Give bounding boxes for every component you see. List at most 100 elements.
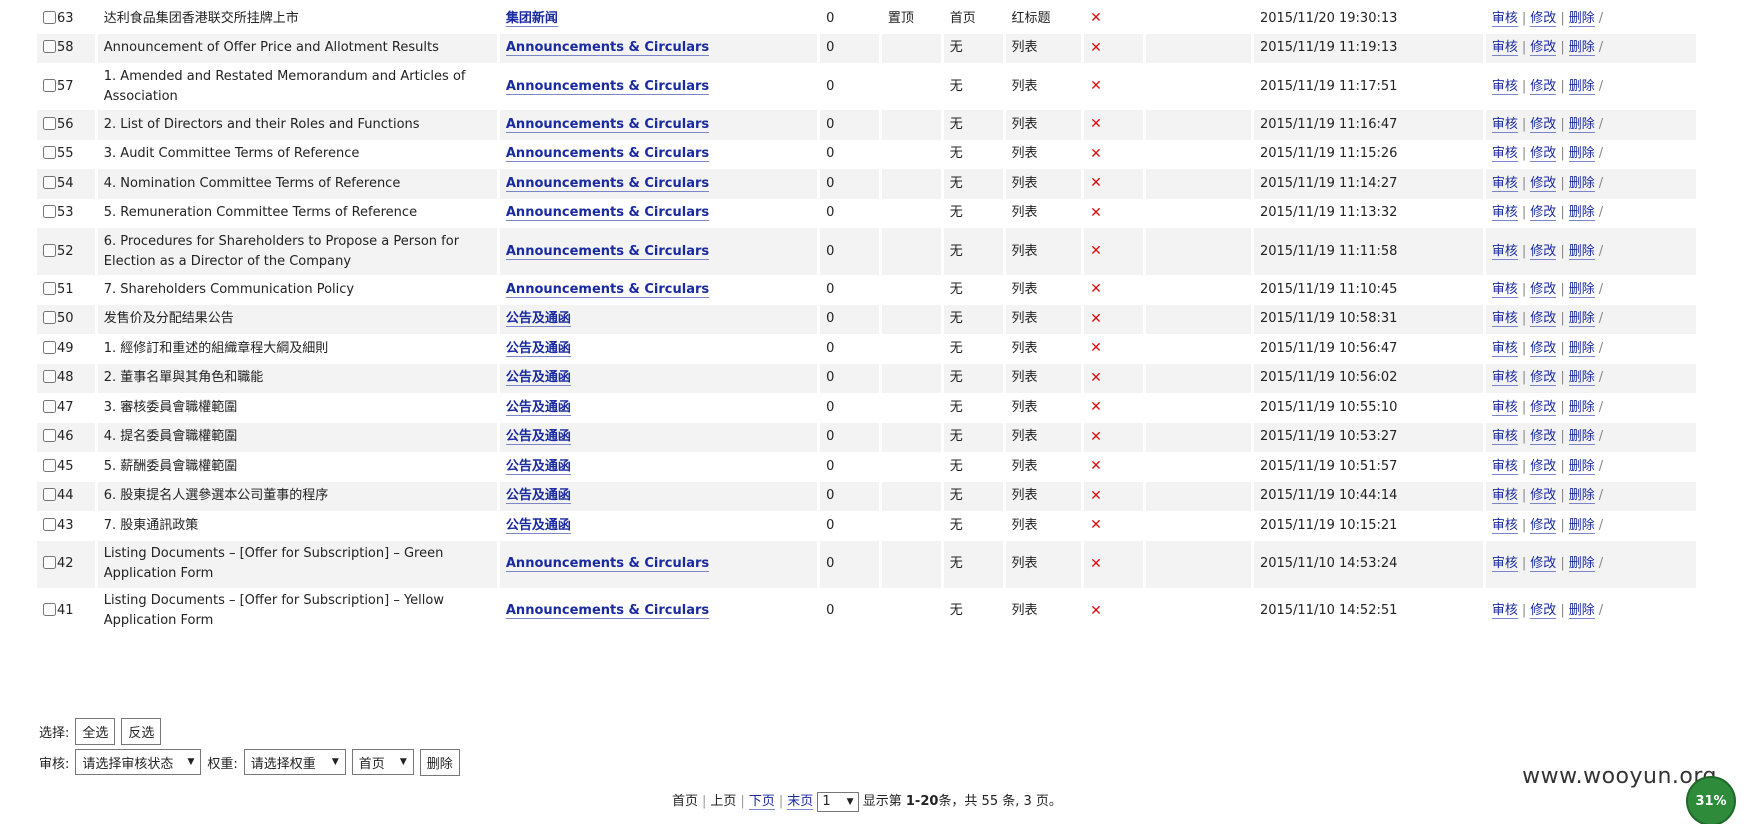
edit-link[interactable]: 修改 (1530, 205, 1557, 222)
edit-link[interactable]: 修改 (1530, 556, 1557, 572)
edit-link[interactable]: 修改 (1530, 458, 1557, 475)
review-link[interactable]: 审核 (1491, 370, 1518, 387)
delete-link[interactable]: 删除 (1568, 517, 1595, 534)
review-link[interactable]: 审核 (1491, 175, 1518, 192)
delete-link[interactable]: 删除 (1568, 311, 1595, 328)
row-checkbox[interactable] (43, 399, 56, 413)
category-link[interactable]: Announcements & Circulars (505, 146, 710, 163)
red-x-icon[interactable]: ✕ (1090, 10, 1102, 26)
red-x-icon[interactable]: ✕ (1090, 556, 1102, 572)
row-checkbox[interactable] (43, 281, 56, 295)
category-link[interactable]: 公告及通函 (505, 488, 571, 505)
review-link[interactable]: 审核 (1491, 311, 1518, 328)
category-link[interactable]: 公告及通函 (505, 399, 571, 416)
delete-link[interactable]: 删除 (1568, 370, 1595, 387)
category-link[interactable]: 公告及通函 (505, 517, 571, 534)
edit-link[interactable]: 修改 (1530, 40, 1557, 57)
row-checkbox[interactable] (43, 429, 56, 443)
review-link[interactable]: 审核 (1491, 205, 1518, 222)
edit-link[interactable]: 修改 (1530, 281, 1557, 298)
invert-selection-button[interactable]: 反选 (121, 717, 162, 745)
delete-link[interactable]: 删除 (1568, 175, 1595, 192)
red-x-icon[interactable]: ✕ (1090, 370, 1102, 386)
category-link[interactable]: Announcements & Circulars (505, 205, 710, 222)
review-link[interactable]: 审核 (1491, 399, 1518, 416)
red-x-icon[interactable]: ✕ (1090, 78, 1102, 94)
review-link[interactable]: 审核 (1491, 78, 1518, 95)
delete-link[interactable]: 删除 (1568, 429, 1595, 446)
edit-link[interactable]: 修改 (1530, 488, 1557, 505)
category-link[interactable]: 集团新闻 (505, 10, 558, 27)
review-link[interactable]: 审核 (1491, 10, 1518, 27)
row-checkbox[interactable] (43, 175, 56, 189)
delete-link[interactable]: 删除 (1568, 281, 1595, 298)
row-checkbox[interactable] (43, 205, 56, 219)
row-checkbox[interactable] (43, 370, 56, 384)
bulk-delete-button[interactable]: 删除 (419, 748, 460, 776)
review-status-select[interactable]: 请选择审核状态 ▼ (75, 749, 202, 775)
row-checkbox[interactable] (43, 556, 56, 569)
red-x-icon[interactable]: ✕ (1090, 488, 1102, 504)
red-x-icon[interactable]: ✕ (1090, 40, 1102, 56)
category-link[interactable]: Announcements & Circulars (505, 116, 710, 133)
delete-link[interactable]: 删除 (1568, 488, 1595, 505)
edit-link[interactable]: 修改 (1530, 370, 1557, 387)
row-checkbox[interactable] (43, 10, 56, 24)
edit-link[interactable]: 修改 (1530, 311, 1557, 328)
red-x-icon[interactable]: ✕ (1090, 116, 1102, 132)
category-link[interactable]: Announcements & Circulars (505, 281, 710, 298)
category-link[interactable]: 公告及通函 (505, 370, 571, 387)
red-x-icon[interactable]: ✕ (1090, 311, 1102, 327)
review-link[interactable]: 审核 (1491, 281, 1518, 298)
row-checkbox[interactable] (43, 78, 56, 92)
row-checkbox[interactable] (43, 603, 56, 616)
position-select[interactable]: 首页 ▼ (351, 749, 414, 775)
review-link[interactable]: 审核 (1491, 243, 1518, 260)
red-x-icon[interactable]: ✕ (1090, 175, 1102, 191)
review-link[interactable]: 审核 (1491, 146, 1518, 163)
row-checkbox[interactable] (43, 243, 56, 257)
delete-link[interactable]: 删除 (1568, 10, 1595, 27)
delete-link[interactable]: 删除 (1568, 116, 1595, 133)
red-x-icon[interactable]: ✕ (1090, 281, 1102, 297)
row-checkbox[interactable] (43, 116, 56, 130)
category-link[interactable]: 公告及通函 (505, 429, 571, 446)
row-checkbox[interactable] (43, 517, 56, 531)
category-link[interactable]: Announcements & Circulars (505, 175, 710, 192)
category-link[interactable]: Announcements & Circulars (505, 603, 710, 619)
review-link[interactable]: 审核 (1491, 340, 1518, 357)
delete-link[interactable]: 删除 (1568, 399, 1595, 416)
review-link[interactable]: 审核 (1491, 429, 1518, 446)
delete-link[interactable]: 删除 (1568, 556, 1595, 572)
row-checkbox[interactable] (43, 311, 56, 325)
edit-link[interactable]: 修改 (1530, 243, 1557, 260)
edit-link[interactable]: 修改 (1530, 175, 1557, 192)
red-x-icon[interactable]: ✕ (1090, 399, 1102, 415)
review-link[interactable]: 审核 (1491, 556, 1518, 572)
edit-link[interactable]: 修改 (1530, 78, 1557, 95)
edit-link[interactable]: 修改 (1530, 399, 1557, 416)
page-select[interactable]: 1 ▼ (817, 791, 859, 812)
category-link[interactable]: Announcements & Circulars (505, 40, 710, 57)
row-checkbox[interactable] (43, 340, 56, 354)
delete-link[interactable]: 删除 (1568, 340, 1595, 357)
red-x-icon[interactable]: ✕ (1090, 146, 1102, 162)
review-link[interactable]: 审核 (1491, 517, 1518, 534)
category-link[interactable]: Announcements & Circulars (505, 556, 710, 572)
edit-link[interactable]: 修改 (1530, 517, 1557, 534)
row-checkbox[interactable] (43, 458, 56, 472)
weight-select[interactable]: 请选择权重 ▼ (243, 749, 346, 775)
edit-link[interactable]: 修改 (1530, 116, 1557, 133)
edit-link[interactable]: 修改 (1530, 340, 1557, 357)
red-x-icon[interactable]: ✕ (1090, 458, 1102, 474)
category-link[interactable]: 公告及通函 (505, 340, 571, 357)
red-x-icon[interactable]: ✕ (1090, 517, 1102, 533)
row-checkbox[interactable] (43, 488, 56, 502)
pager-first[interactable]: 首页 (672, 794, 698, 809)
red-x-icon[interactable]: ✕ (1090, 340, 1102, 356)
review-link[interactable]: 审核 (1491, 458, 1518, 475)
red-x-icon[interactable]: ✕ (1090, 243, 1102, 259)
category-link[interactable]: Announcements & Circulars (505, 78, 710, 95)
delete-link[interactable]: 删除 (1568, 243, 1595, 260)
review-link[interactable]: 审核 (1491, 116, 1518, 133)
